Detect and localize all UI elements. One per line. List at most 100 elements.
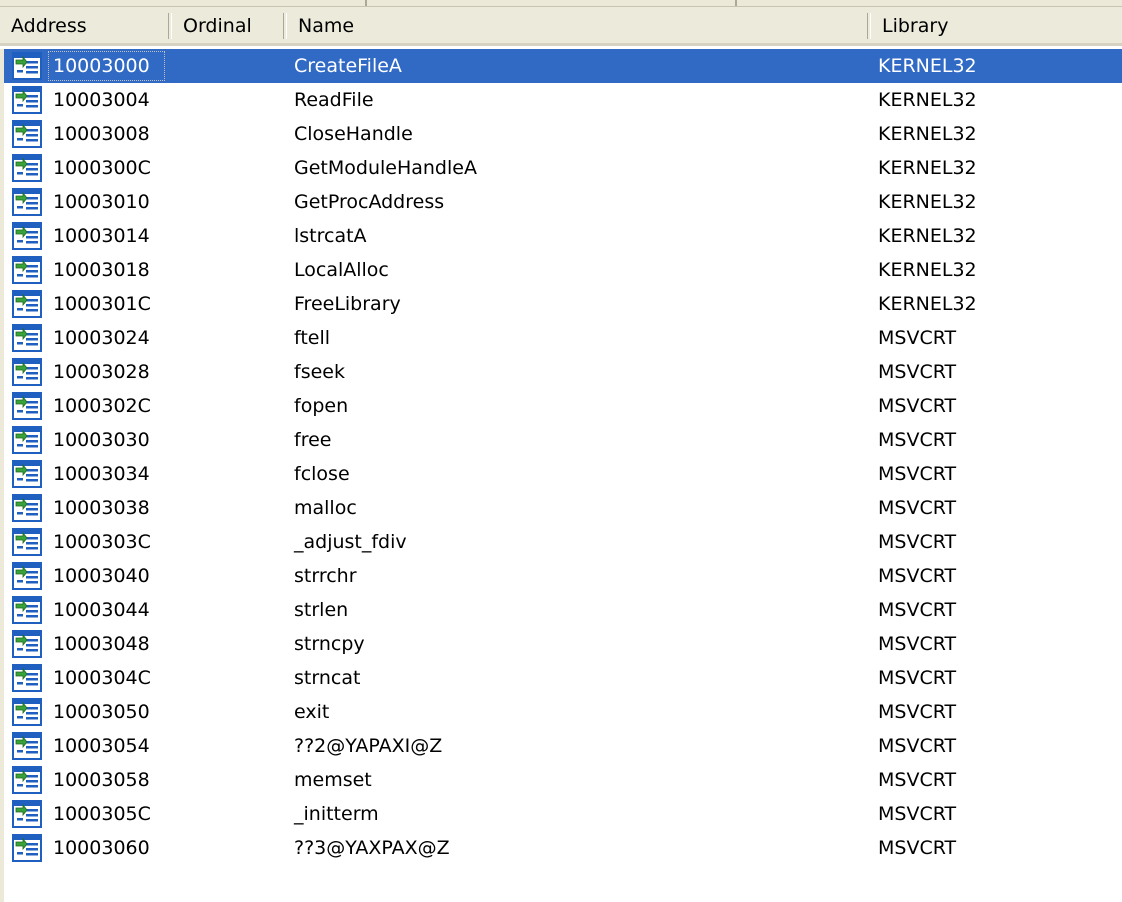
import-function-icon (12, 698, 42, 726)
import-row[interactable]: 1000302C fopen MSVCRT (4, 389, 1122, 423)
import-row[interactable]: 10003040 strrchr MSVCRT (4, 559, 1122, 593)
import-library: MSVCRT (878, 395, 957, 417)
import-row[interactable]: 10003034 fclose MSVCRT (4, 457, 1122, 491)
import-function-icon (12, 324, 42, 352)
import-function-icon (12, 528, 42, 556)
import-library: MSVCRT (878, 429, 957, 451)
import-row[interactable]: 10003044 strlen MSVCRT (4, 593, 1122, 627)
import-row[interactable]: 10003004 ReadFile KERNEL32 (4, 83, 1122, 117)
import-library: MSVCRT (878, 497, 957, 519)
import-function-icon (12, 52, 42, 80)
import-row[interactable]: 1000303C _adjust_fdiv MSVCRT (4, 525, 1122, 559)
import-row[interactable]: 10003024 ftell MSVCRT (4, 321, 1122, 355)
import-function-icon (12, 562, 42, 590)
import-library: KERNEL32 (878, 55, 977, 77)
import-address: 10003060 (53, 837, 150, 859)
import-address: 10003024 (53, 327, 150, 349)
import-name: ftell (294, 327, 331, 349)
import-address: 10003058 (53, 769, 150, 791)
import-address: 10003000 (48, 51, 165, 81)
import-function-icon (12, 86, 42, 114)
import-name: CreateFileA (294, 55, 402, 77)
import-library: MSVCRT (878, 361, 957, 383)
import-row[interactable]: 10003028 fseek MSVCRT (4, 355, 1122, 389)
import-row[interactable]: 10003008 CloseHandle KERNEL32 (4, 117, 1122, 151)
import-name: fclose (294, 463, 350, 485)
import-function-icon (12, 154, 42, 182)
import-library: KERNEL32 (878, 191, 977, 213)
import-library: MSVCRT (878, 531, 957, 553)
import-address: 1000300C (53, 157, 151, 179)
import-name: strrchr (294, 565, 357, 587)
import-row[interactable]: 10003018 LocalAlloc KERNEL32 (4, 253, 1122, 287)
import-function-icon (12, 630, 42, 658)
column-header-ordinal-label: Ordinal (183, 15, 252, 37)
import-function-icon (12, 494, 42, 522)
import-row[interactable]: 10003060 ??3@YAXPAX@Z MSVCRT (4, 831, 1122, 865)
import-function-icon (12, 426, 42, 454)
import-library: KERNEL32 (878, 89, 977, 111)
import-row[interactable]: 10003048 strncpy MSVCRT (4, 627, 1122, 661)
import-address: 10003010 (53, 191, 150, 213)
import-address: 10003044 (53, 599, 150, 621)
import-name: free (294, 429, 332, 451)
import-address: 1000304C (53, 667, 151, 689)
imports-list-header: Address Ordinal Name Library (0, 7, 1122, 46)
import-row[interactable]: 1000300C GetModuleHandleA KERNEL32 (4, 151, 1122, 185)
import-name: exit (294, 701, 330, 723)
import-row[interactable]: 1000301C FreeLibrary KERNEL32 (4, 287, 1122, 321)
import-row[interactable]: 1000305C _initterm MSVCRT (4, 797, 1122, 831)
import-function-icon (12, 358, 42, 386)
pane-divider[interactable] (365, 0, 367, 6)
import-name: fseek (294, 361, 345, 383)
import-row[interactable]: 1000304C strncat MSVCRT (4, 661, 1122, 695)
import-address: 1000302C (53, 395, 151, 417)
import-row[interactable]: 10003054 ??2@YAPAXI@Z MSVCRT (4, 729, 1122, 763)
import-address: 10003028 (53, 361, 150, 383)
import-function-icon (12, 120, 42, 148)
import-address: 10003008 (53, 123, 150, 145)
import-address: 10003048 (53, 633, 150, 655)
import-row[interactable]: 10003014 lstrcatA KERNEL32 (4, 219, 1122, 253)
import-function-icon (12, 834, 42, 862)
imports-list[interactable]: 10003000 CreateFileA KERNEL32 10003004 ReadF… (4, 49, 1122, 865)
import-library: MSVCRT (878, 803, 957, 825)
pane-divider[interactable] (735, 0, 737, 6)
top-pane-border (0, 0, 1122, 7)
import-function-icon (12, 766, 42, 794)
import-library: MSVCRT (878, 667, 957, 689)
column-header-library[interactable]: Library (871, 7, 1122, 43)
import-name: _adjust_fdiv (294, 531, 407, 553)
import-name: ReadFile (294, 89, 374, 111)
import-name: FreeLibrary (294, 293, 401, 315)
column-header-name-label: Name (298, 15, 355, 37)
import-row[interactable]: 10003000 CreateFileA KERNEL32 (4, 49, 1122, 83)
import-address: 10003018 (53, 259, 150, 281)
import-name: memset (294, 769, 372, 791)
import-library: MSVCRT (878, 701, 957, 723)
import-function-icon (12, 664, 42, 692)
column-header-name[interactable]: Name (287, 7, 871, 43)
import-library: MSVCRT (878, 735, 957, 757)
import-row[interactable]: 10003010 GetProcAddress KERNEL32 (4, 185, 1122, 219)
import-library: KERNEL32 (878, 157, 977, 179)
import-address: 10003004 (53, 89, 150, 111)
import-address: 10003038 (53, 497, 150, 519)
column-header-address[interactable]: Address (0, 7, 172, 43)
import-function-icon (12, 256, 42, 284)
import-library: MSVCRT (878, 565, 957, 587)
import-address: 1000303C (53, 531, 151, 553)
import-row[interactable]: 10003030 free MSVCRT (4, 423, 1122, 457)
import-name: fopen (294, 395, 349, 417)
import-function-icon (12, 188, 42, 216)
import-library: KERNEL32 (878, 123, 977, 145)
import-function-icon (12, 596, 42, 624)
column-header-ordinal[interactable]: Ordinal (172, 7, 287, 43)
import-library: MSVCRT (878, 769, 957, 791)
import-name: lstrcatA (294, 225, 367, 247)
import-address: 10003040 (53, 565, 150, 587)
import-row[interactable]: 10003038 malloc MSVCRT (4, 491, 1122, 525)
import-row[interactable]: 10003050 exit MSVCRT (4, 695, 1122, 729)
import-function-icon (12, 392, 42, 420)
import-row[interactable]: 10003058 memset MSVCRT (4, 763, 1122, 797)
